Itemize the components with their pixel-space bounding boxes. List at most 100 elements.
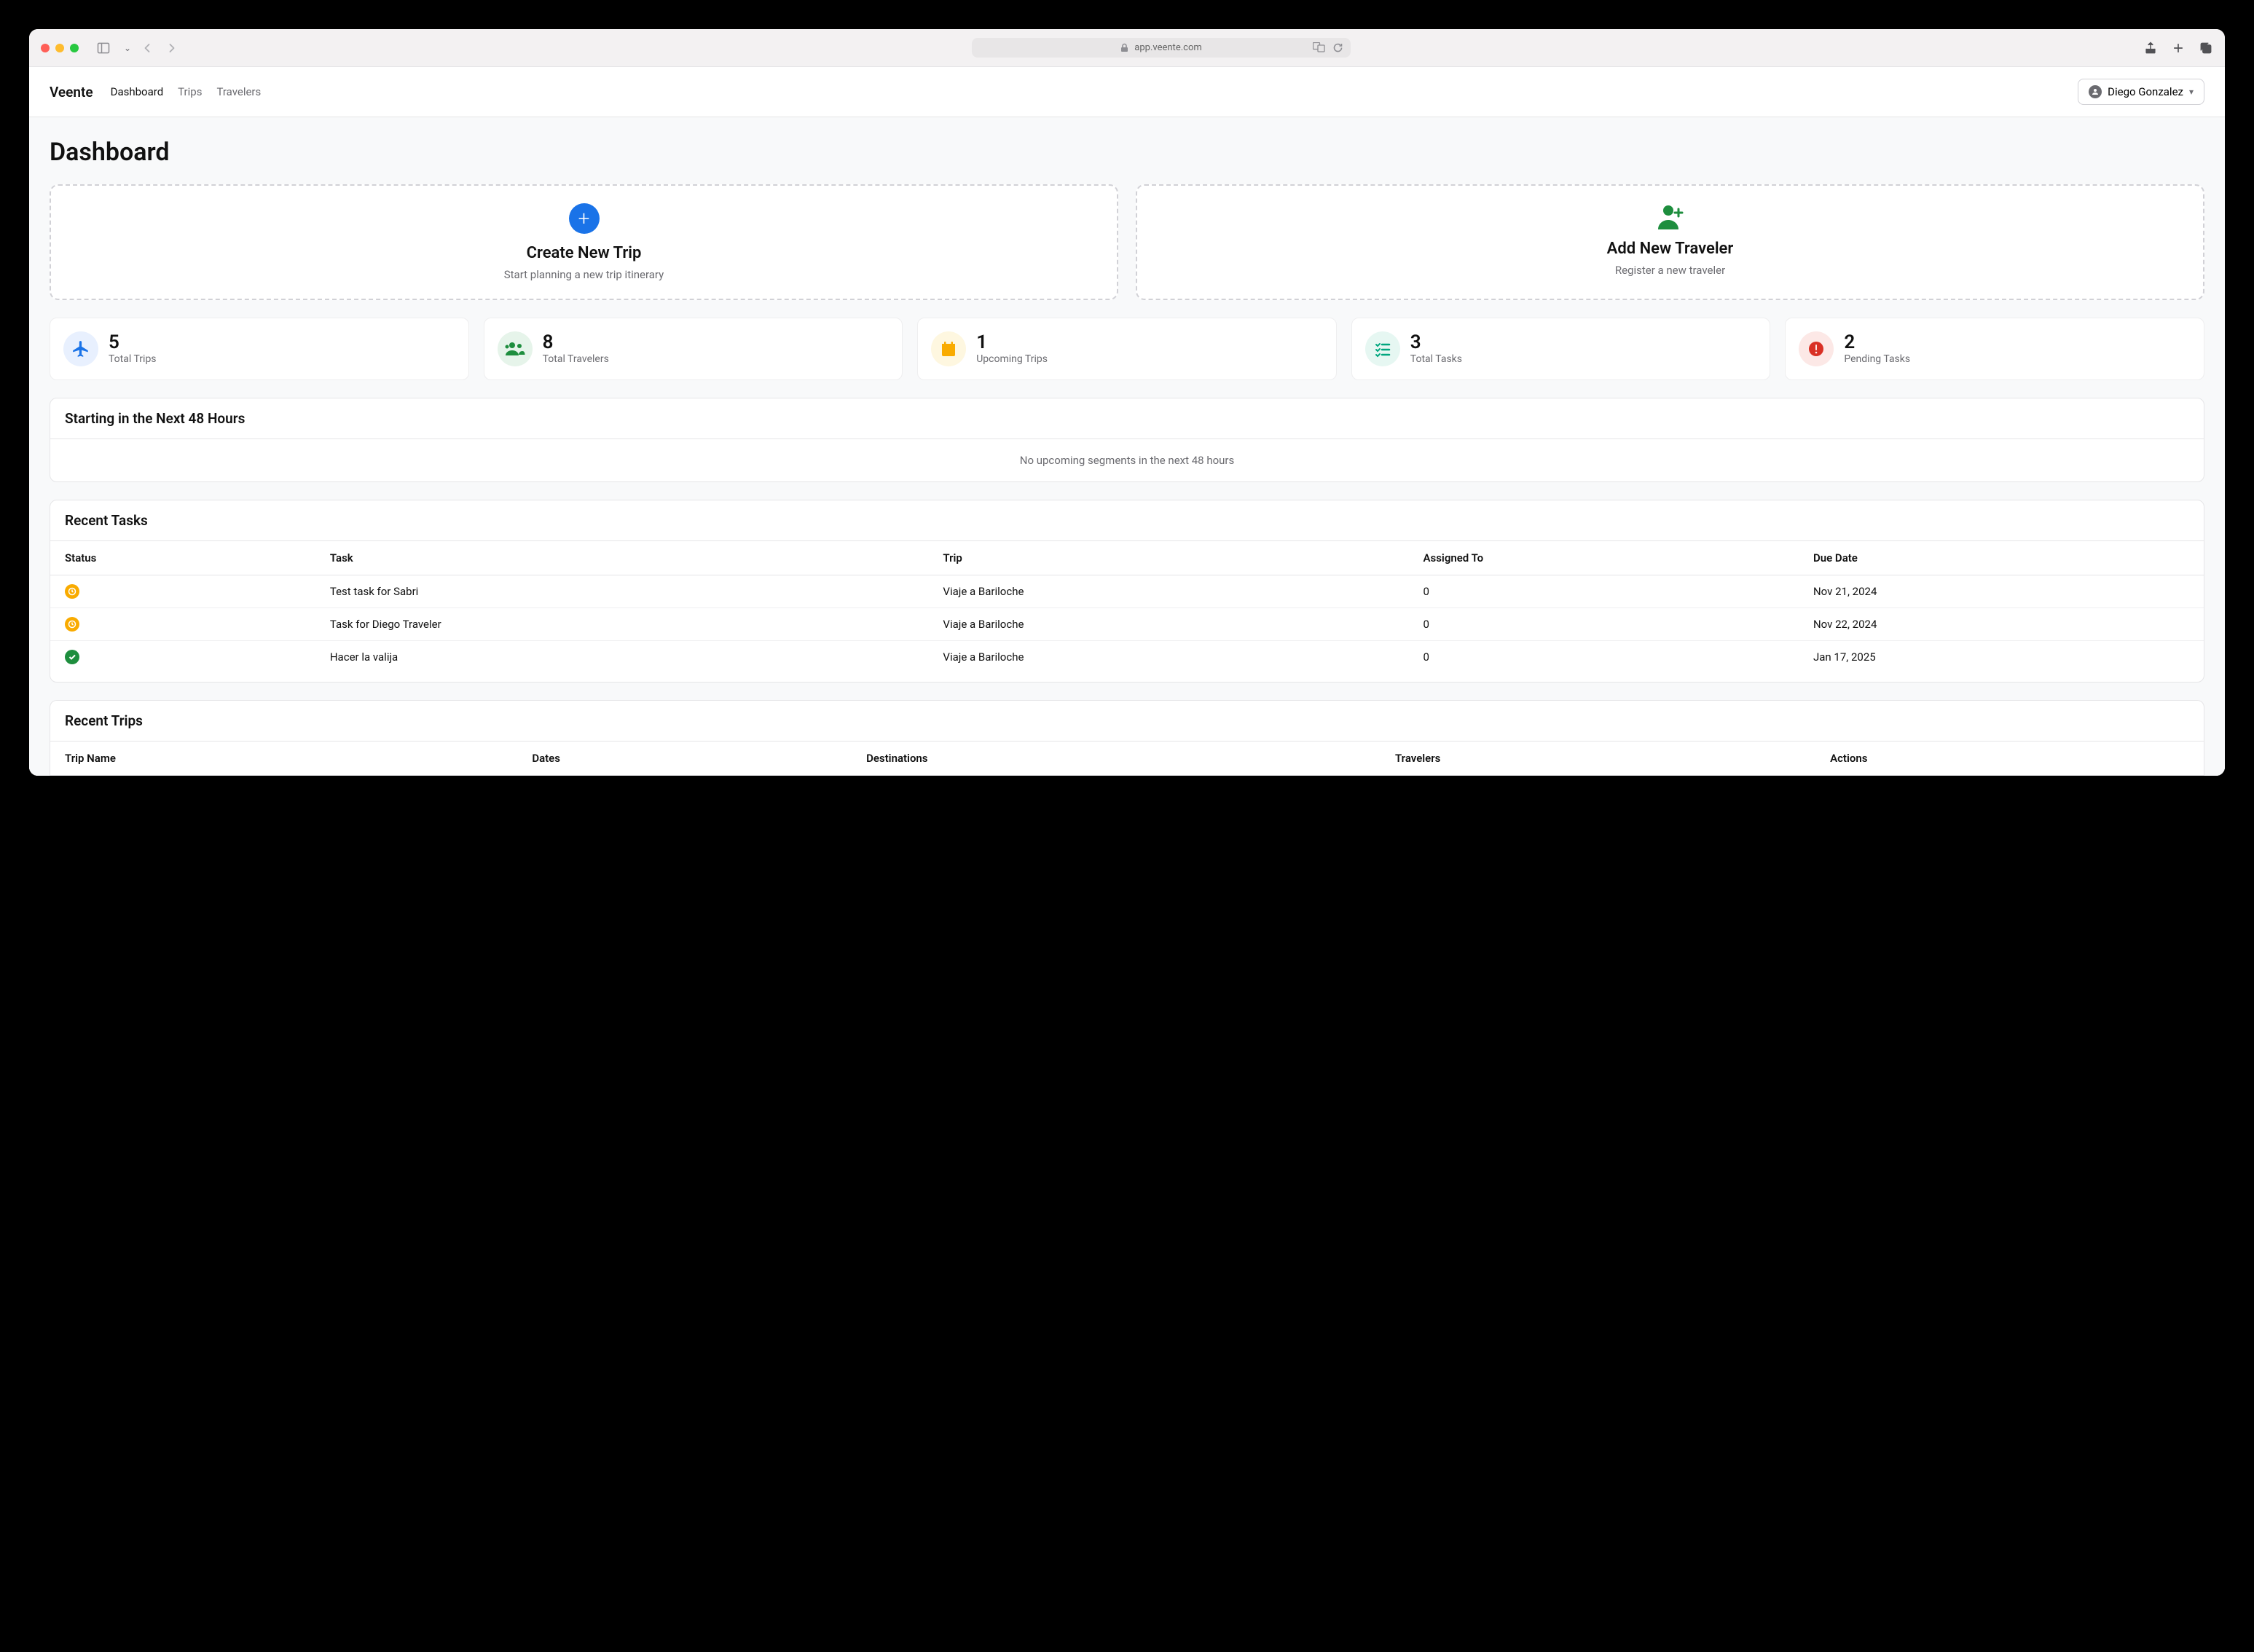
next-48-empty: No upcoming segments in the next 48 hour… (50, 439, 2204, 481)
recent-tasks-panel: Recent Tasks Status Task Trip Assigned T… (50, 500, 2204, 683)
col-trip-name: Trip Name (50, 742, 517, 776)
create-trip-title: Create New Trip (68, 244, 1099, 262)
share-icon[interactable] (2143, 41, 2158, 55)
task-name: Test task for Sabri (315, 575, 929, 608)
back-button[interactable] (140, 41, 154, 55)
col-status: Status (50, 541, 315, 575)
col-task: Task (315, 541, 929, 575)
chevron-down-icon[interactable]: ⌄ (124, 43, 131, 53)
clock-icon (65, 584, 79, 599)
col-trip: Trip (928, 541, 1408, 575)
page-body: Dashboard Create New Trip Start planning… (29, 117, 2225, 776)
recent-tasks-header: Recent Tasks (50, 500, 2204, 541)
add-traveler-title: Add New Traveler (1155, 240, 2186, 258)
task-due: Nov 21, 2024 (1799, 575, 2204, 608)
col-dates: Dates (517, 742, 852, 776)
nav-arrows (140, 41, 179, 55)
stats-row: 5 Total Trips 8 Total Travelers (50, 318, 2204, 380)
user-avatar-icon (2089, 85, 2102, 98)
stat-value: 8 (543, 333, 609, 352)
stat-value: 1 (976, 333, 1048, 352)
next-48-header: Starting in the Next 48 Hours (50, 398, 2204, 439)
calendar-icon (931, 331, 966, 366)
stat-label: Pending Tasks (1844, 353, 1910, 365)
check-icon (65, 650, 79, 664)
nav-links: Dashboard Trips Travelers (111, 85, 262, 98)
browser-right-tools (2143, 41, 2213, 55)
nav-link-trips[interactable]: Trips (178, 85, 202, 98)
maximize-window-button[interactable] (70, 44, 79, 52)
task-name: Task for Diego Traveler (315, 608, 929, 641)
address-bar[interactable]: app.veente.com (972, 38, 1351, 58)
plus-circle-icon (569, 203, 600, 234)
stat-label: Total Travelers (543, 353, 609, 365)
browser-window: ⌄ app.veente.com Veente Dashboard Trips (29, 29, 2225, 776)
tabs-icon[interactable] (2199, 41, 2213, 55)
close-window-button[interactable] (41, 44, 50, 52)
add-traveler-subtitle: Register a new traveler (1155, 264, 2186, 277)
minimize-window-button[interactable] (55, 44, 64, 52)
recent-trips-table: Trip Name Dates Destinations Travelers A… (50, 742, 2204, 776)
lock-icon (1120, 43, 1128, 52)
create-trip-subtitle: Start planning a new trip itinerary (68, 268, 1099, 281)
stat-total-travelers: 8 Total Travelers (484, 318, 903, 380)
task-due: Nov 22, 2024 (1799, 608, 2204, 641)
brand-logo[interactable]: Veente (50, 84, 93, 101)
url-text: app.veente.com (1134, 42, 1201, 53)
user-menu[interactable]: Diego Gonzalez ▾ (2078, 79, 2204, 105)
table-row[interactable]: Task for Diego Traveler Viaje a Bariloch… (50, 608, 2204, 641)
action-cards: Create New Trip Start planning a new tri… (50, 184, 2204, 300)
task-trip: Viaje a Bariloche (928, 641, 1408, 674)
col-assigned: Assigned To (1408, 541, 1799, 575)
recent-tasks-table: Status Task Trip Assigned To Due Date Te… (50, 541, 2204, 673)
stat-total-trips: 5 Total Trips (50, 318, 469, 380)
stat-label: Upcoming Trips (976, 353, 1048, 365)
stat-upcoming-trips: 1 Upcoming Trips (917, 318, 1337, 380)
alert-icon (1799, 331, 1834, 366)
stat-total-tasks: 3 Total Tasks (1351, 318, 1771, 380)
person-add-icon (1655, 203, 1686, 229)
app-content: Veente Dashboard Trips Travelers Diego G… (29, 67, 2225, 776)
list-check-icon (1365, 331, 1400, 366)
task-trip: Viaje a Bariloche (928, 575, 1408, 608)
stat-label: Total Tasks (1410, 353, 1462, 365)
add-traveler-card[interactable]: Add New Traveler Register a new traveler (1136, 184, 2204, 300)
task-due: Jan 17, 2025 (1799, 641, 2204, 674)
sidebar-icon[interactable] (96, 41, 111, 55)
people-icon (498, 331, 533, 366)
clock-icon (65, 617, 79, 632)
navbar: Veente Dashboard Trips Travelers Diego G… (29, 67, 2225, 117)
recent-trips-panel: Recent Trips Trip Name Dates Destination… (50, 700, 2204, 776)
plane-icon (63, 331, 98, 366)
task-name: Hacer la valija (315, 641, 929, 674)
col-destinations: Destinations (852, 742, 1381, 776)
nav-link-dashboard[interactable]: Dashboard (111, 85, 164, 98)
new-tab-icon[interactable] (2171, 41, 2186, 55)
window-controls (41, 44, 79, 52)
stat-pending-tasks: 2 Pending Tasks (1785, 318, 2204, 380)
stat-value: 3 (1410, 333, 1462, 352)
table-row[interactable]: Test task for Sabri Viaje a Bariloche 0 … (50, 575, 2204, 608)
browser-chrome: ⌄ app.veente.com (29, 29, 2225, 67)
col-travelers: Travelers (1381, 742, 1815, 776)
translate-icon[interactable] (1313, 42, 1325, 52)
sidebar-toggle-group: ⌄ (96, 41, 131, 55)
create-trip-card[interactable]: Create New Trip Start planning a new tri… (50, 184, 1118, 300)
user-name: Diego Gonzalez (2108, 85, 2183, 98)
page-title: Dashboard (50, 138, 2204, 167)
task-assigned: 0 (1408, 641, 1799, 674)
reload-icon[interactable] (1332, 42, 1343, 53)
task-trip: Viaje a Bariloche (928, 608, 1408, 641)
chevron-down-icon: ▾ (2189, 87, 2194, 97)
stat-value: 2 (1844, 333, 1910, 352)
col-actions: Actions (1815, 742, 2204, 776)
stat-value: 5 (109, 333, 157, 352)
task-assigned: 0 (1408, 575, 1799, 608)
table-row[interactable]: Hacer la valija Viaje a Bariloche 0 Jan … (50, 641, 2204, 674)
forward-button[interactable] (165, 41, 179, 55)
recent-trips-header: Recent Trips (50, 701, 2204, 742)
col-due: Due Date (1799, 541, 2204, 575)
nav-link-travelers[interactable]: Travelers (216, 85, 261, 98)
next-48-panel: Starting in the Next 48 Hours No upcomin… (50, 398, 2204, 482)
task-assigned: 0 (1408, 608, 1799, 641)
